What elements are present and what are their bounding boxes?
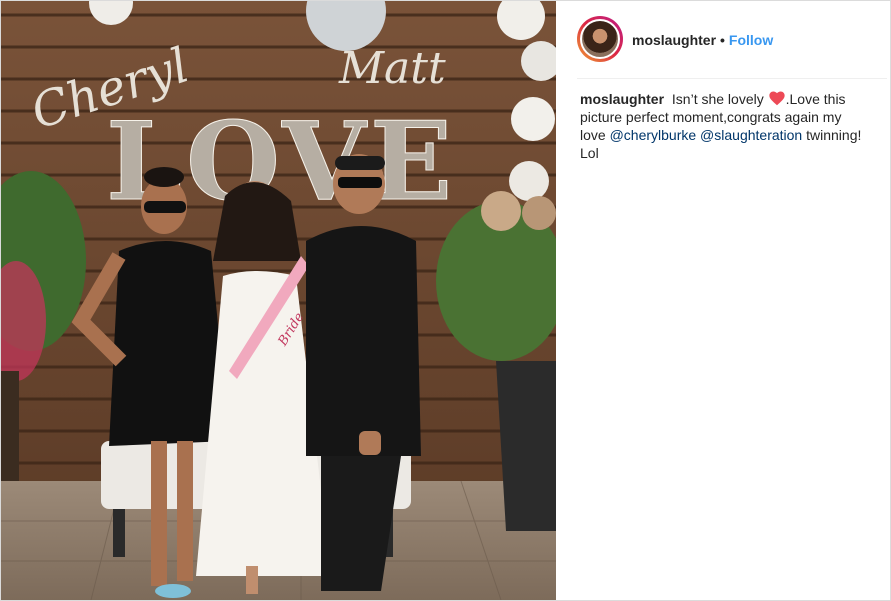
mention-slaughteration[interactable]: @slaughteration (700, 127, 802, 143)
caption-text-1: Isn’t she lovely (671, 91, 764, 107)
caption-username-link[interactable]: moslaughter (580, 91, 664, 107)
post-photo[interactable]: Cheryl Matt LOVE Bride (1, 1, 556, 600)
avatar[interactable] (580, 19, 620, 59)
sign-matt: Matt (338, 43, 446, 94)
instagram-post: Cheryl Matt LOVE Bride moslaughter • Fol… (0, 0, 891, 601)
mention-cherylburke[interactable]: @cherylburke (610, 127, 697, 143)
avatar-story-ring[interactable] (577, 16, 623, 62)
username-link[interactable]: moslaughter (632, 32, 716, 48)
header-text: moslaughter • Follow (632, 31, 773, 49)
separator-dot: • (720, 32, 725, 48)
follow-button[interactable]: Follow (729, 32, 773, 48)
red-heart-icon (768, 91, 785, 106)
post-header: moslaughter • Follow (577, 1, 887, 79)
post-sidebar: moslaughter • Follow moslaughter Isn’t she… (557, 1, 890, 600)
post-caption: moslaughter Isn’t she lovely .Love this … (580, 90, 870, 162)
photo-illustration: Cheryl Matt LOVE Bride (1, 1, 556, 600)
